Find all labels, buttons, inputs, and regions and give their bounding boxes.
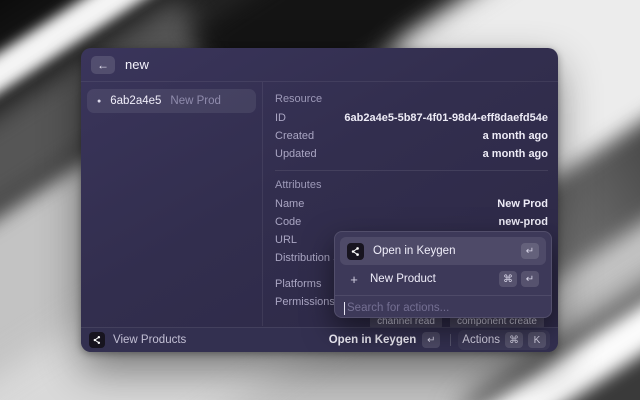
actions-search-input[interactable]: Search for actions... bbox=[340, 296, 546, 320]
footer-actions-button[interactable]: Actions ⌘ K bbox=[458, 330, 550, 350]
enter-key-badge: ↵ bbox=[422, 332, 440, 348]
keygen-icon bbox=[89, 332, 105, 348]
back-icon: ← bbox=[97, 58, 109, 72]
enter-key-badge: ↵ bbox=[521, 271, 539, 287]
text-caret bbox=[344, 302, 345, 315]
footer-primary-action[interactable]: Open in Keygen ↵ bbox=[326, 330, 444, 350]
footer-divider bbox=[450, 334, 451, 346]
detail-row-updated: Updated a month ago bbox=[275, 145, 548, 163]
bullet-icon: ● bbox=[97, 98, 101, 105]
product-id-short: 6ab2a4e5 bbox=[110, 95, 161, 107]
back-button[interactable]: ← bbox=[91, 56, 115, 74]
command-key-badge: ⌘ bbox=[505, 332, 523, 348]
product-name: New Prod bbox=[170, 95, 221, 107]
actions-search-placeholder: Search for actions... bbox=[347, 302, 449, 314]
plus-icon: + bbox=[347, 272, 361, 287]
search-input[interactable]: new bbox=[125, 57, 149, 72]
command-key-badge: ⌘ bbox=[499, 271, 517, 287]
detail-row-created: Created a month ago bbox=[275, 127, 548, 145]
footer: View Products Open in Keygen ↵ Actions ⌘… bbox=[81, 327, 558, 352]
detail-row-id: ID 6ab2a4e5-5b87-4f01-98d4-eff8daefd54e bbox=[275, 109, 548, 127]
section-header-resource: Resource bbox=[275, 91, 548, 108]
results-list: ● 6ab2a4e5 New Prod bbox=[81, 82, 263, 326]
detail-row-name: Name New Prod bbox=[275, 195, 548, 213]
popup-item-open-in-keygen[interactable]: Open in Keygen ↵ bbox=[340, 237, 546, 265]
popup-item-new-product[interactable]: + New Product ⌘ ↵ bbox=[340, 265, 546, 293]
enter-key-badge: ↵ bbox=[521, 243, 539, 259]
footer-app-label: View Products bbox=[113, 334, 186, 346]
section-divider bbox=[275, 170, 548, 171]
k-key-badge: K bbox=[528, 332, 546, 348]
topbar: ← new bbox=[81, 48, 558, 82]
command-palette-window: ← new ● 6ab2a4e5 New Prod Resource ID 6a… bbox=[81, 48, 558, 352]
actions-popup: Open in Keygen ↵ + New Product ⌘ ↵ Searc… bbox=[334, 231, 552, 318]
detail-row-code: Code new-prod bbox=[275, 213, 548, 231]
list-item-product[interactable]: ● 6ab2a4e5 New Prod bbox=[87, 89, 256, 113]
section-header-attributes: Attributes bbox=[275, 177, 548, 194]
keygen-icon bbox=[347, 243, 364, 260]
